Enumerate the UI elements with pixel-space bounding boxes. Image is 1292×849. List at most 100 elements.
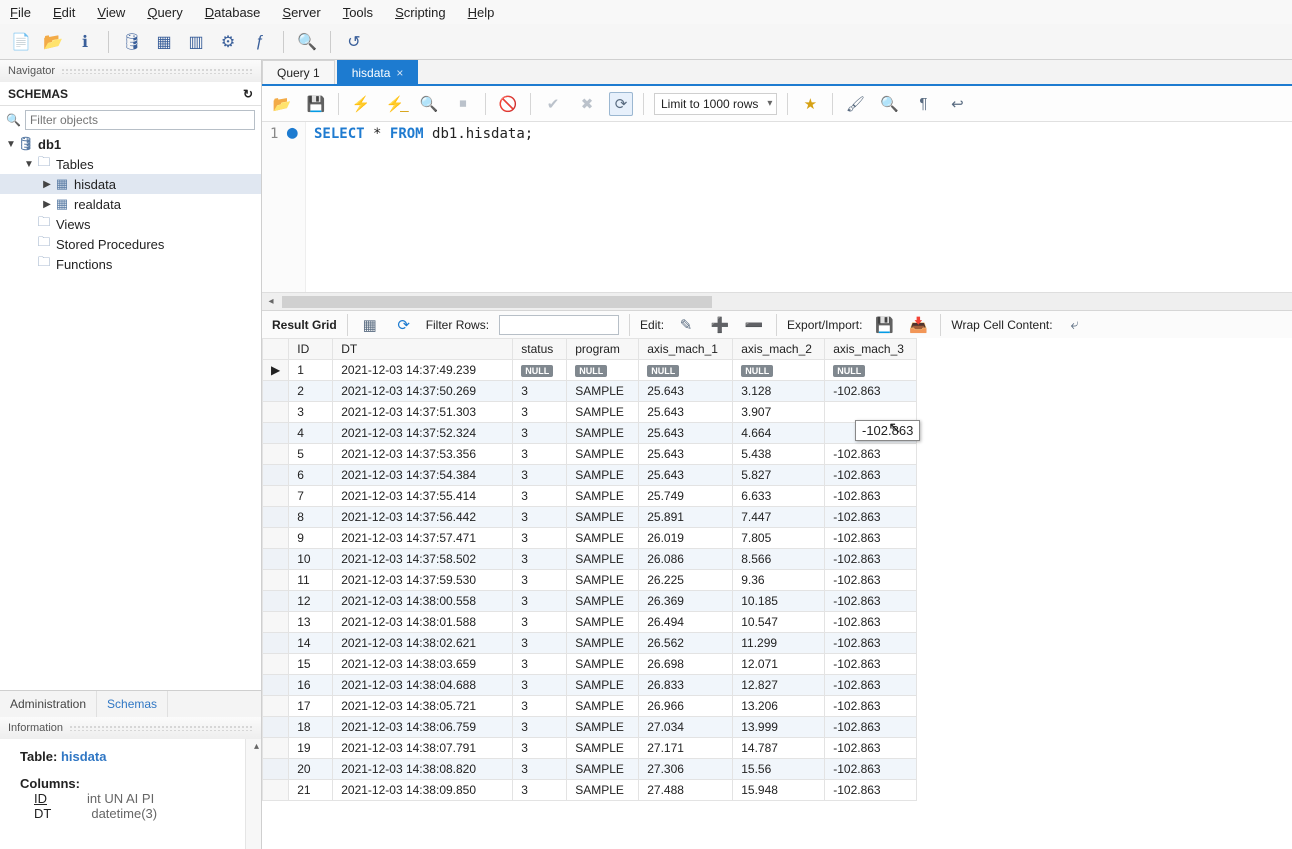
table-row[interactable]: 42021-12-03 14:37:52.3243SAMPLE25.6434.6… — [263, 423, 917, 444]
scroll-left-icon[interactable]: ◂ — [262, 296, 280, 307]
cell-id[interactable]: 6 — [289, 465, 333, 486]
cell-axis1[interactable]: 26.369 — [639, 591, 733, 612]
explain-icon[interactable]: 🔍 — [417, 92, 441, 116]
cell-program[interactable]: SAMPLE — [567, 717, 639, 738]
cell-program[interactable]: SAMPLE — [567, 486, 639, 507]
menu-edit[interactable]: Edit — [53, 5, 75, 20]
cell-axis1[interactable]: 27.306 — [639, 759, 733, 780]
autocommit-toggle-icon[interactable]: ⟳ — [609, 92, 633, 116]
cell-status[interactable]: 3 — [513, 738, 567, 759]
cell-axis3[interactable]: NULL — [825, 360, 917, 381]
cell-id[interactable]: 21 — [289, 780, 333, 801]
col-header-axis3[interactable]: axis_mach_3 — [825, 339, 917, 360]
table-row[interactable]: 32021-12-03 14:37:51.3033SAMPLE25.6433.9… — [263, 402, 917, 423]
cell-axis2[interactable]: 9.36 — [733, 570, 825, 591]
cell-axis3[interactable]: -102.863 — [825, 591, 917, 612]
row-header[interactable] — [263, 717, 289, 738]
cell-dt[interactable]: 2021-12-03 14:38:01.588 — [333, 612, 513, 633]
cell-axis1[interactable]: 26.086 — [639, 549, 733, 570]
cell-id[interactable]: 10 — [289, 549, 333, 570]
cell-axis1[interactable]: 26.966 — [639, 696, 733, 717]
cell-status[interactable]: 3 — [513, 780, 567, 801]
cell-program[interactable]: SAMPLE — [567, 444, 639, 465]
breakpoint-icon[interactable]: ● — [287, 122, 298, 143]
refresh-icon[interactable]: ⟳ — [392, 313, 416, 337]
schema-tree[interactable]: ▼ 🛢 db1 ▼ 🗀 Tables ▶ ▦ hisdata ▶ ▦ reald… — [0, 134, 261, 690]
cell-id[interactable]: 20 — [289, 759, 333, 780]
cell-program[interactable]: SAMPLE — [567, 591, 639, 612]
grid-view-icon[interactable]: ▦ — [358, 313, 382, 337]
cell-axis1[interactable]: 27.034 — [639, 717, 733, 738]
cell-axis3[interactable]: -102.863 — [825, 696, 917, 717]
commit-icon[interactable]: ✔ — [541, 92, 565, 116]
reconnect-icon[interactable]: ↺ — [341, 29, 367, 55]
table-row[interactable]: 152021-12-03 14:38:03.6593SAMPLE26.69812… — [263, 654, 917, 675]
cell-axis2[interactable]: 12.071 — [733, 654, 825, 675]
cell-axis3[interactable]: -102.863 — [825, 675, 917, 696]
cell-status[interactable]: 3 — [513, 528, 567, 549]
row-header[interactable] — [263, 738, 289, 759]
cell-axis3[interactable]: -102.863 — [825, 465, 917, 486]
cell-axis1[interactable]: 25.891 — [639, 507, 733, 528]
export-icon[interactable]: 💾 — [872, 313, 896, 337]
cell-dt[interactable]: 2021-12-03 14:37:56.442 — [333, 507, 513, 528]
open-sql-script-icon[interactable]: 📂 — [40, 29, 66, 55]
cell-axis1[interactable]: 26.494 — [639, 612, 733, 633]
cell-axis2[interactable]: 14.787 — [733, 738, 825, 759]
row-header[interactable] — [263, 612, 289, 633]
cell-dt[interactable]: 2021-12-03 14:37:51.303 — [333, 402, 513, 423]
cell-axis2[interactable]: 4.664 — [733, 423, 825, 444]
cell-axis2[interactable]: 8.566 — [733, 549, 825, 570]
scroll-up-icon[interactable]: ▴ — [254, 741, 259, 752]
cell-status[interactable]: 3 — [513, 486, 567, 507]
cell-axis3[interactable]: -102.863 — [825, 528, 917, 549]
execute-icon[interactable]: ⚡ — [349, 92, 373, 116]
cell-status[interactable]: 3 — [513, 381, 567, 402]
cell-dt[interactable]: 2021-12-03 14:37:49.239 — [333, 360, 513, 381]
cell-status[interactable]: 3 — [513, 549, 567, 570]
cell-status[interactable]: 3 — [513, 570, 567, 591]
inspector-icon[interactable]: ℹ — [72, 29, 98, 55]
cell-axis1[interactable]: 27.171 — [639, 738, 733, 759]
table-row[interactable]: 172021-12-03 14:38:05.7213SAMPLE26.96613… — [263, 696, 917, 717]
expand-collapse-icon[interactable]: ▶ — [40, 179, 54, 190]
cell-id[interactable]: 11 — [289, 570, 333, 591]
cell-axis3[interactable]: -102.863 — [825, 507, 917, 528]
cell-axis3[interactable]: -102.863 — [825, 759, 917, 780]
cell-axis1[interactable]: 25.643 — [639, 381, 733, 402]
col-header-dt[interactable]: DT — [333, 339, 513, 360]
cell-id[interactable]: 13 — [289, 612, 333, 633]
cell-status[interactable]: 3 — [513, 612, 567, 633]
limit-rows-select[interactable]: Limit to 1000 rows — [654, 93, 777, 115]
cell-id[interactable]: 5 — [289, 444, 333, 465]
cell-axis1[interactable]: 26.562 — [639, 633, 733, 654]
tab-hisdata[interactable]: hisdata × — [337, 60, 419, 84]
cell-program[interactable]: NULL — [567, 360, 639, 381]
cell-dt[interactable]: 2021-12-03 14:38:00.558 — [333, 591, 513, 612]
menu-scripting[interactable]: Scripting — [395, 5, 446, 20]
cell-dt[interactable]: 2021-12-03 14:37:55.414 — [333, 486, 513, 507]
col-header-status[interactable]: status — [513, 339, 567, 360]
cell-axis1[interactable]: 25.643 — [639, 444, 733, 465]
cell-id[interactable]: 4 — [289, 423, 333, 444]
cell-axis1[interactable]: 25.643 — [639, 402, 733, 423]
expand-collapse-icon[interactable]: ▶ — [40, 199, 54, 210]
cell-program[interactable]: SAMPLE — [567, 675, 639, 696]
row-header[interactable] — [263, 528, 289, 549]
cell-id[interactable]: 1 — [289, 360, 333, 381]
cell-dt[interactable]: 2021-12-03 14:37:52.324 — [333, 423, 513, 444]
cell-id[interactable]: 9 — [289, 528, 333, 549]
cell-program[interactable]: SAMPLE — [567, 381, 639, 402]
tree-db-node[interactable]: ▼ 🛢 db1 — [0, 134, 261, 154]
tree-sp-node[interactable]: 🗀 Stored Procedures — [0, 234, 261, 254]
cell-status[interactable]: 3 — [513, 654, 567, 675]
save-icon[interactable]: 💾 — [304, 92, 328, 116]
row-header[interactable] — [263, 486, 289, 507]
cell-dt[interactable]: 2021-12-03 14:37:50.269 — [333, 381, 513, 402]
cell-axis3[interactable]: -102.863 — [825, 486, 917, 507]
table-row[interactable]: 22021-12-03 14:37:50.2693SAMPLE25.6433.1… — [263, 381, 917, 402]
cell-axis2[interactable]: 10.185 — [733, 591, 825, 612]
cell-axis3[interactable]: -102.863 — [825, 717, 917, 738]
expand-collapse-icon[interactable]: ▼ — [22, 159, 36, 170]
scrollbar[interactable]: ▴ — [245, 739, 261, 849]
